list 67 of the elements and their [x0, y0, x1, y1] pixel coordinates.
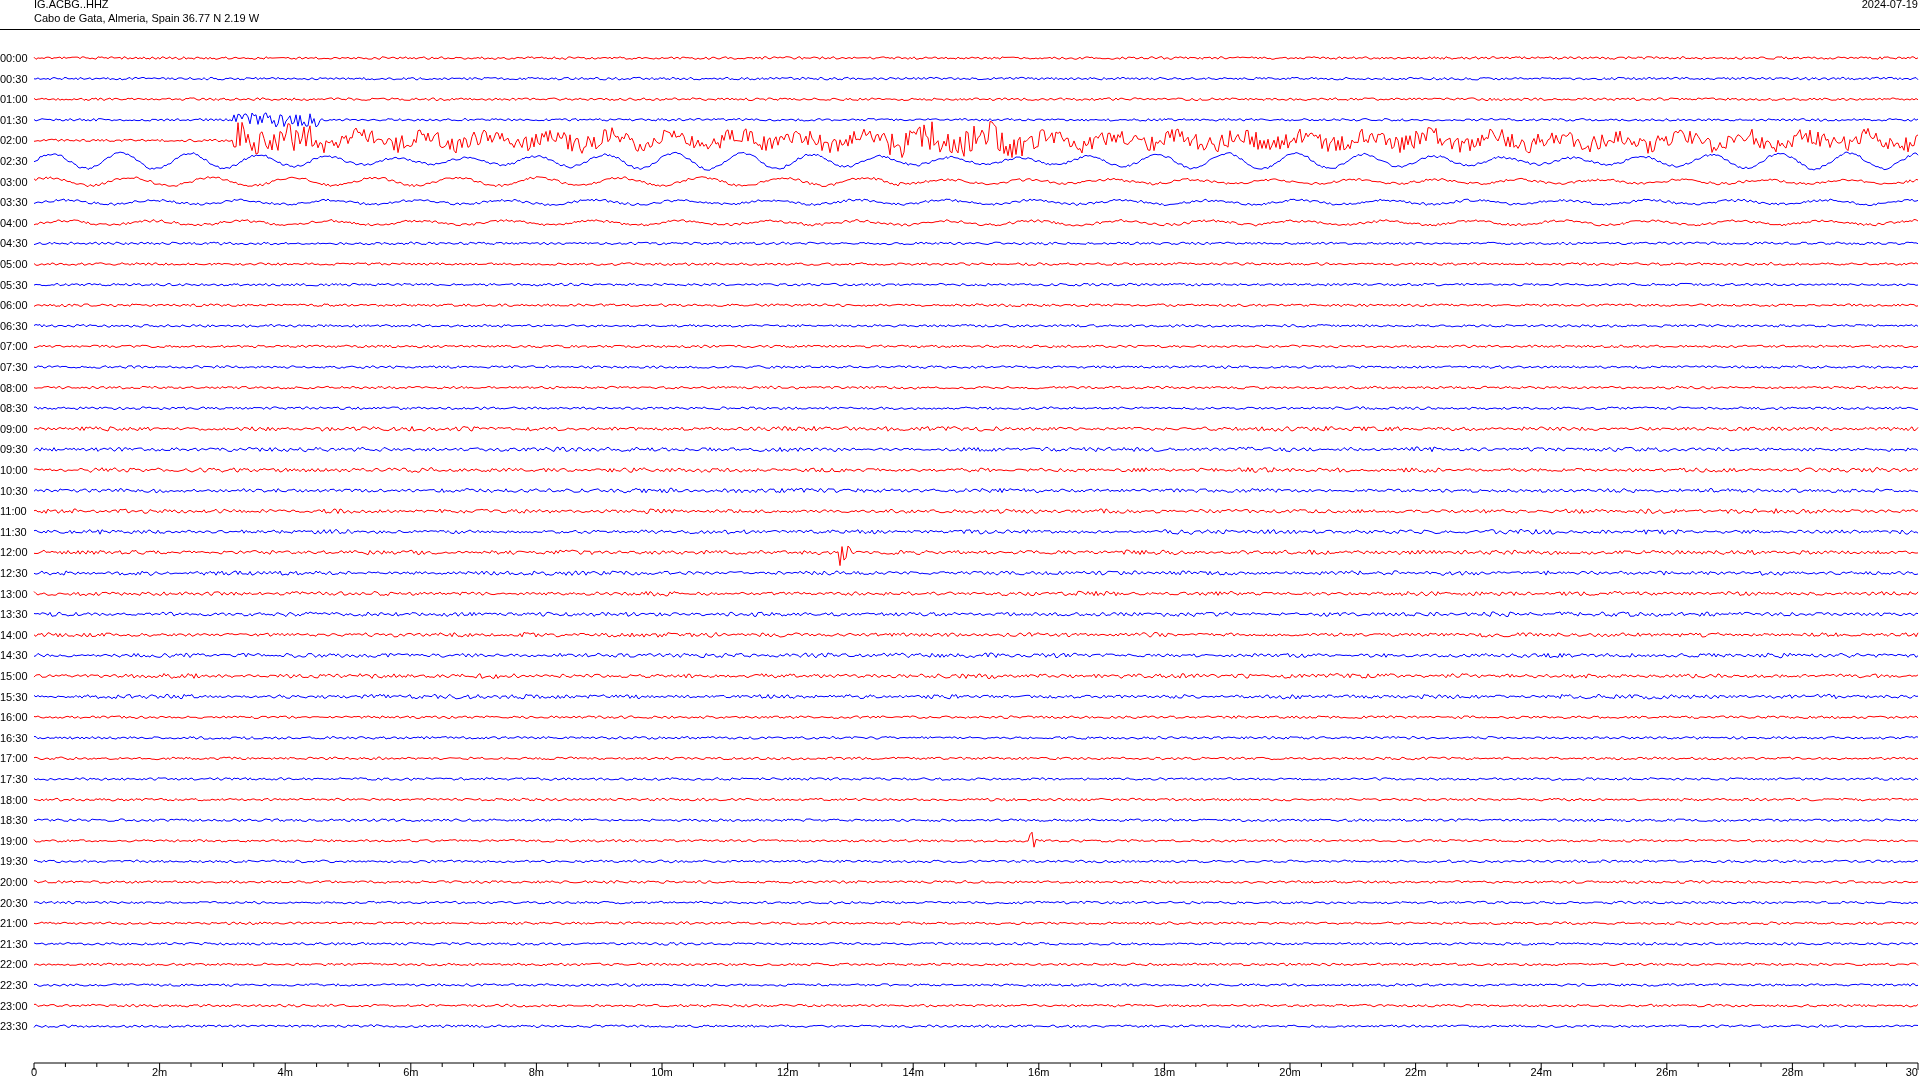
time-label: 15:00 [0, 670, 28, 682]
time-label: 00:00 [0, 52, 28, 64]
axis-label: 10m [651, 1066, 673, 1078]
axis-label: 28m [1781, 1066, 1804, 1078]
axis-label: 2m [151, 1066, 168, 1078]
time-label: 06:30 [0, 319, 28, 332]
time-label: 22:30 [0, 979, 28, 991]
time-label: 01:00 [0, 93, 28, 106]
time-label: 04:00 [0, 216, 28, 229]
time-label: 10:30 [0, 484, 28, 497]
record-date: 2024-07-19 [1861, 0, 1919, 12]
time-label: 19:30 [0, 855, 28, 868]
axis-label: 22m [1404, 1066, 1427, 1078]
time-label: 02:30 [0, 155, 28, 167]
time-label: 20:00 [0, 876, 28, 888]
time-label: 05:30 [0, 278, 28, 291]
time-label: 09:00 [0, 422, 28, 435]
time-label: 21:00 [0, 917, 28, 930]
time-label: 14:30 [0, 649, 28, 662]
axis-label: 30 [1905, 1066, 1918, 1078]
time-label: 12:30 [0, 567, 28, 579]
axis-label: 18m [1153, 1066, 1176, 1078]
axis-label: 24m [1530, 1066, 1552, 1078]
time-label: 07:30 [0, 361, 28, 373]
time-label: 11:30 [0, 525, 27, 538]
time-label: 13:30 [0, 608, 28, 621]
time-label: 21:30 [0, 937, 28, 950]
axis-label: 26m [1656, 1066, 1678, 1078]
time-label: 09:30 [0, 443, 28, 456]
time-label: 00:30 [0, 72, 28, 85]
time-label: 08:30 [0, 402, 28, 415]
time-label: 16:30 [0, 731, 28, 744]
time-label: 18:00 [0, 793, 28, 806]
time-label: 04:30 [0, 237, 28, 250]
time-label: 02:00 [0, 134, 28, 147]
time-label: 08:00 [0, 381, 28, 394]
time-label: 17:00 [0, 752, 28, 765]
station-code: IG.ACBG..HHZ [34, 0, 110, 11]
time-label: 18:30 [0, 814, 28, 827]
time-label: 23:00 [0, 999, 28, 1012]
time-label: 11:00 [0, 505, 27, 518]
time-label: 22:00 [0, 958, 28, 971]
time-label: 07:00 [0, 340, 28, 353]
time-label: 20:30 [0, 896, 28, 909]
time-label: 23:30 [0, 1020, 28, 1033]
time-label: 06:00 [0, 299, 28, 312]
station-location: Cabo de Gata, Almeria, Spain 36.77 N 2.19 W [34, 11, 260, 25]
time-label: 05:00 [0, 258, 28, 270]
time-label: 03:00 [0, 175, 28, 188]
axis-label: 14m [902, 1066, 924, 1078]
time-label: 19:00 [0, 834, 28, 847]
time-label: 15:30 [0, 690, 28, 703]
time-label: 14:00 [0, 628, 28, 641]
time-label: 03:30 [0, 196, 28, 209]
time-label: 01:30 [0, 113, 28, 126]
axis-label: 20m [1279, 1066, 1301, 1078]
axis-label: 6m [403, 1066, 419, 1078]
time-label: 16:00 [0, 711, 28, 724]
time-label: 17:30 [0, 773, 28, 785]
axis-label: 8m [528, 1066, 545, 1078]
axis-label: 0 [30, 1066, 38, 1078]
time-label: 13:00 [0, 587, 28, 600]
axis-label: 16m [1028, 1066, 1050, 1078]
axis-label: 4m [277, 1066, 293, 1078]
time-label: 10:00 [0, 464, 28, 476]
time-label: 12:00 [0, 546, 28, 559]
axis-label: 12m [776, 1066, 799, 1078]
